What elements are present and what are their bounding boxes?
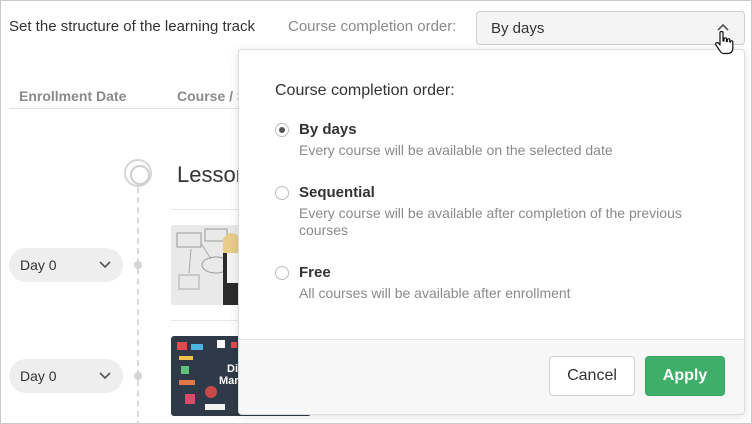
radio-free[interactable] bbox=[275, 266, 289, 280]
popover-heading: Course completion order: bbox=[275, 82, 455, 99]
page-title: Set the structure of the learning track bbox=[9, 18, 255, 35]
thumb-text-line-1: Di bbox=[227, 363, 238, 375]
option-description: Every course will be available on the se… bbox=[299, 142, 613, 158]
column-header-enrollment-date: Enrollment Date bbox=[19, 88, 127, 104]
radio-sequential[interactable] bbox=[275, 186, 289, 200]
chevron-down-icon bbox=[99, 261, 111, 269]
apply-button[interactable]: Apply bbox=[645, 356, 725, 396]
timeline-line bbox=[137, 187, 139, 423]
order-label: Course completion order: bbox=[288, 18, 457, 35]
header-divider bbox=[9, 108, 247, 109]
option-title: By days bbox=[299, 121, 357, 138]
option-description: Every course will be available after com… bbox=[299, 205, 682, 238]
day-label: Day 0 bbox=[20, 257, 57, 273]
hand-pointer-icon bbox=[715, 31, 734, 55]
option-title: Free bbox=[299, 264, 331, 281]
timeline-start-node bbox=[124, 159, 152, 187]
timeline-dot bbox=[134, 372, 142, 380]
completion-order-select[interactable]: By days bbox=[476, 11, 745, 45]
popover-footer: Cancel Apply bbox=[239, 339, 744, 414]
option-description: All courses will be available after enro… bbox=[299, 285, 571, 301]
learning-track-panel: Set the structure of the learning track … bbox=[0, 0, 752, 424]
cancel-button[interactable]: Cancel bbox=[549, 356, 635, 396]
option-title: Sequential bbox=[299, 184, 375, 201]
column-header-course: Course / S bbox=[177, 88, 247, 104]
chevron-down-icon bbox=[99, 372, 111, 380]
completion-order-value: By days bbox=[491, 20, 545, 37]
day-select-row-1[interactable]: Day 0 bbox=[9, 248, 123, 282]
radio-by-days[interactable] bbox=[275, 123, 289, 137]
completion-order-popover: Course completion order: By days Every c… bbox=[238, 49, 745, 415]
day-label: Day 0 bbox=[20, 368, 57, 384]
timeline-dot bbox=[134, 261, 142, 269]
lesson-title: Lessor bbox=[177, 162, 244, 187]
day-select-row-2[interactable]: Day 0 bbox=[9, 359, 123, 393]
